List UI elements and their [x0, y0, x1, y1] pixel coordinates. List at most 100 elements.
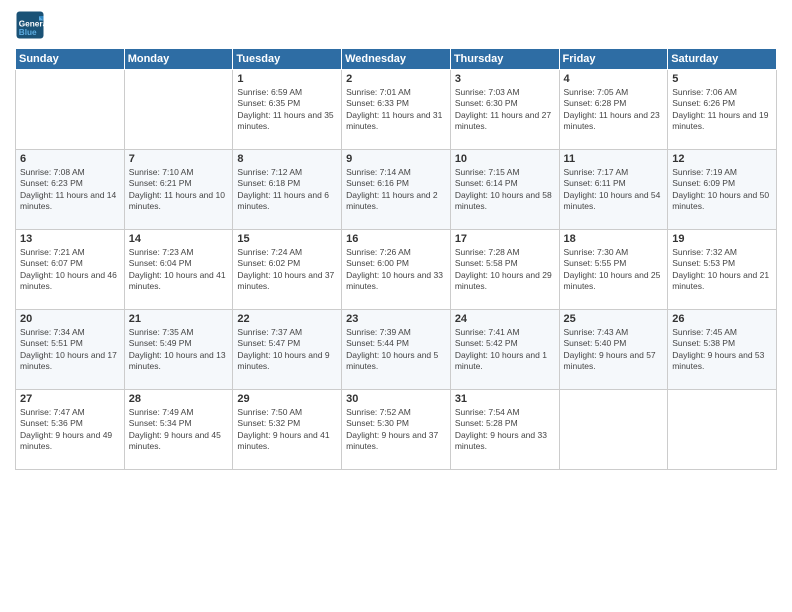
- calendar-cell: 2 Sunrise: 7:01 AM Sunset: 6:33 PM Daylig…: [342, 70, 451, 150]
- weekday-header-tuesday: Tuesday: [233, 49, 342, 70]
- day-content: Sunrise: 7:54 AM Sunset: 5:28 PM Dayligh…: [455, 407, 555, 453]
- weekday-header-sunday: Sunday: [16, 49, 125, 70]
- logo: General Blue: [15, 10, 49, 40]
- day-content: Sunrise: 7:43 AM Sunset: 5:40 PM Dayligh…: [564, 327, 664, 373]
- calendar-cell: 14 Sunrise: 7:23 AM Sunset: 6:04 PM Dayli…: [124, 230, 233, 310]
- calendar-cell: 26 Sunrise: 7:45 AM Sunset: 5:38 PM Dayli…: [668, 310, 777, 390]
- calendar-cell: [559, 390, 668, 470]
- day-content: Sunrise: 7:03 AM Sunset: 6:30 PM Dayligh…: [455, 87, 555, 133]
- weekday-header-saturday: Saturday: [668, 49, 777, 70]
- day-content: Sunrise: 7:39 AM Sunset: 5:44 PM Dayligh…: [346, 327, 446, 373]
- calendar-cell: 19 Sunrise: 7:32 AM Sunset: 5:53 PM Dayli…: [668, 230, 777, 310]
- day-number: 12: [672, 153, 772, 165]
- day-number: 28: [129, 393, 229, 405]
- day-content: Sunrise: 6:59 AM Sunset: 6:35 PM Dayligh…: [237, 87, 337, 133]
- day-number: 4: [564, 73, 664, 85]
- calendar-cell: 1 Sunrise: 6:59 AM Sunset: 6:35 PM Daylig…: [233, 70, 342, 150]
- calendar-cell: 22 Sunrise: 7:37 AM Sunset: 5:47 PM Dayli…: [233, 310, 342, 390]
- calendar-cell: 10Sunrise: 7:15 AM Sunset: 6:14 PM Dayli…: [450, 150, 559, 230]
- calendar-cell: 30 Sunrise: 7:52 AM Sunset: 5:30 PM Dayli…: [342, 390, 451, 470]
- day-number: 14: [129, 233, 229, 245]
- calendar-cell: 11Sunrise: 7:17 AM Sunset: 6:11 PM Dayli…: [559, 150, 668, 230]
- calendar-cell: 3 Sunrise: 7:03 AM Sunset: 6:30 PM Daylig…: [450, 70, 559, 150]
- calendar-cell: 29 Sunrise: 7:50 AM Sunset: 5:32 PM Dayli…: [233, 390, 342, 470]
- day-number: 3: [455, 73, 555, 85]
- day-content: Sunrise: 7:52 AM Sunset: 5:30 PM Dayligh…: [346, 407, 446, 453]
- calendar-cell: 5 Sunrise: 7:06 AM Sunset: 6:26 PM Daylig…: [668, 70, 777, 150]
- svg-text:Blue: Blue: [19, 28, 37, 37]
- day-number: 8: [237, 153, 337, 165]
- day-content: Sunrise: 7:21 AM Sunset: 6:07 PM Dayligh…: [20, 247, 120, 293]
- calendar-cell: 16Sunrise: 7:26 AM Sunset: 6:00 PM Dayli…: [342, 230, 451, 310]
- week-row-3: 20 Sunrise: 7:34 AM Sunset: 5:51 PM Dayli…: [16, 310, 777, 390]
- day-number: 26: [672, 313, 772, 325]
- calendar-cell: 17 Sunrise: 7:28 AM Sunset: 5:58 PM Dayli…: [450, 230, 559, 310]
- day-number: 24: [455, 313, 555, 325]
- day-number: 30: [346, 393, 446, 405]
- day-content: Sunrise: 7:01 AM Sunset: 6:33 PM Dayligh…: [346, 87, 446, 133]
- weekday-header-friday: Friday: [559, 49, 668, 70]
- week-row-2: 13Sunrise: 7:21 AM Sunset: 6:07 PM Dayli…: [16, 230, 777, 310]
- day-content: Sunrise: 7:45 AM Sunset: 5:38 PM Dayligh…: [672, 327, 772, 373]
- day-number: 31: [455, 393, 555, 405]
- day-content: Sunrise: 7:06 AM Sunset: 6:26 PM Dayligh…: [672, 87, 772, 133]
- day-number: 1: [237, 73, 337, 85]
- day-content: Sunrise: 7:05 AM Sunset: 6:28 PM Dayligh…: [564, 87, 664, 133]
- day-content: Sunrise: 7:23 AM Sunset: 6:04 PM Dayligh…: [129, 247, 229, 293]
- day-content: Sunrise: 7:28 AM Sunset: 5:58 PM Dayligh…: [455, 247, 555, 293]
- calendar-cell: 21 Sunrise: 7:35 AM Sunset: 5:49 PM Dayli…: [124, 310, 233, 390]
- calendar-cell: 24 Sunrise: 7:41 AM Sunset: 5:42 PM Dayli…: [450, 310, 559, 390]
- day-content: Sunrise: 7:14 AM Sunset: 6:16 PM Dayligh…: [346, 167, 446, 213]
- day-content: Sunrise: 7:26 AM Sunset: 6:00 PM Dayligh…: [346, 247, 446, 293]
- week-row-4: 27 Sunrise: 7:47 AM Sunset: 5:36 PM Dayli…: [16, 390, 777, 470]
- calendar-cell: 8 Sunrise: 7:12 AM Sunset: 6:18 PM Daylig…: [233, 150, 342, 230]
- day-number: 9: [346, 153, 446, 165]
- calendar-cell: 4 Sunrise: 7:05 AM Sunset: 6:28 PM Daylig…: [559, 70, 668, 150]
- day-number: 23: [346, 313, 446, 325]
- day-number: 25: [564, 313, 664, 325]
- weekday-header-monday: Monday: [124, 49, 233, 70]
- day-content: Sunrise: 7:08 AM Sunset: 6:23 PM Dayligh…: [20, 167, 120, 213]
- day-content: Sunrise: 7:10 AM Sunset: 6:21 PM Dayligh…: [129, 167, 229, 213]
- day-number: 27: [20, 393, 120, 405]
- day-number: 29: [237, 393, 337, 405]
- day-content: Sunrise: 7:41 AM Sunset: 5:42 PM Dayligh…: [455, 327, 555, 373]
- day-content: Sunrise: 7:37 AM Sunset: 5:47 PM Dayligh…: [237, 327, 337, 373]
- calendar-cell: [16, 70, 125, 150]
- calendar-cell: 25 Sunrise: 7:43 AM Sunset: 5:40 PM Dayli…: [559, 310, 668, 390]
- calendar-table: SundayMondayTuesdayWednesdayThursdayFrid…: [15, 48, 777, 470]
- day-content: Sunrise: 7:34 AM Sunset: 5:51 PM Dayligh…: [20, 327, 120, 373]
- calendar-cell: 15 Sunrise: 7:24 AM Sunset: 6:02 PM Dayli…: [233, 230, 342, 310]
- day-number: 20: [20, 313, 120, 325]
- day-content: Sunrise: 7:24 AM Sunset: 6:02 PM Dayligh…: [237, 247, 337, 293]
- day-number: 5: [672, 73, 772, 85]
- day-number: 19: [672, 233, 772, 245]
- calendar-cell: 20 Sunrise: 7:34 AM Sunset: 5:51 PM Dayli…: [16, 310, 125, 390]
- day-number: 21: [129, 313, 229, 325]
- day-content: Sunrise: 7:12 AM Sunset: 6:18 PM Dayligh…: [237, 167, 337, 213]
- day-content: Sunrise: 7:47 AM Sunset: 5:36 PM Dayligh…: [20, 407, 120, 453]
- day-number: 7: [129, 153, 229, 165]
- week-row-0: 1 Sunrise: 6:59 AM Sunset: 6:35 PM Daylig…: [16, 70, 777, 150]
- day-content: Sunrise: 7:19 AM Sunset: 6:09 PM Dayligh…: [672, 167, 772, 213]
- day-content: Sunrise: 7:35 AM Sunset: 5:49 PM Dayligh…: [129, 327, 229, 373]
- day-number: 15: [237, 233, 337, 245]
- calendar-cell: 6Sunrise: 7:08 AM Sunset: 6:23 PM Daylig…: [16, 150, 125, 230]
- day-number: 11: [564, 153, 664, 165]
- day-content: Sunrise: 7:32 AM Sunset: 5:53 PM Dayligh…: [672, 247, 772, 293]
- day-number: 17: [455, 233, 555, 245]
- day-number: 2: [346, 73, 446, 85]
- calendar-cell: 18 Sunrise: 7:30 AM Sunset: 5:55 PM Dayli…: [559, 230, 668, 310]
- week-row-1: 6Sunrise: 7:08 AM Sunset: 6:23 PM Daylig…: [16, 150, 777, 230]
- header: General Blue: [15, 10, 777, 40]
- logo-icon: General Blue: [15, 10, 45, 40]
- day-number: 18: [564, 233, 664, 245]
- day-content: Sunrise: 7:50 AM Sunset: 5:32 PM Dayligh…: [237, 407, 337, 453]
- calendar-cell: [124, 70, 233, 150]
- day-content: Sunrise: 7:30 AM Sunset: 5:55 PM Dayligh…: [564, 247, 664, 293]
- weekday-header-row: SundayMondayTuesdayWednesdayThursdayFrid…: [16, 49, 777, 70]
- calendar-cell: 9 Sunrise: 7:14 AM Sunset: 6:16 PM Daylig…: [342, 150, 451, 230]
- day-number: 22: [237, 313, 337, 325]
- weekday-header-wednesday: Wednesday: [342, 49, 451, 70]
- calendar-cell: [668, 390, 777, 470]
